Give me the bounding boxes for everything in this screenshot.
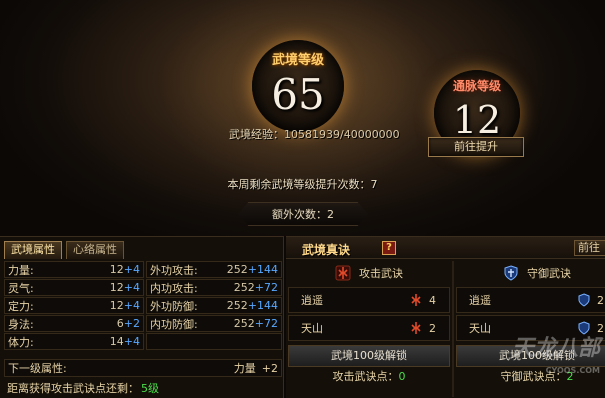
attack-skill-xiaoyao[interactable]: 逍遥 4 [288, 287, 450, 313]
attribute-base: 14 [109, 335, 124, 348]
attribute-cell: 内功攻击: 252 +72 [146, 279, 282, 296]
experience-value: 10581939/40000000 [284, 128, 400, 141]
attribute-row: 体力: 14 +4 [4, 333, 282, 350]
attribute-bonus: +2 [123, 317, 140, 330]
attribute-base: 12 [109, 299, 124, 312]
attribute-cell: 灵气: 12 +4 [4, 279, 144, 296]
skill-name: 逍遥 [301, 294, 323, 307]
attribute-name: 内功防御: [150, 317, 198, 331]
zhenjue-header: 武境真诀 ? 前往 [286, 237, 605, 259]
tab-wujing-attributes[interactable]: 武境属性 [4, 241, 62, 259]
weekly-remaining-text: 本周剩余武境等级提升次数：7 [227, 178, 378, 191]
next-level-value: +2 [261, 361, 278, 375]
edge-tab-button[interactable]: 前往 [574, 240, 605, 256]
attribute-bonus: +72 [254, 281, 278, 294]
attack-rune-icon [411, 322, 421, 334]
attribute-cell-empty [146, 333, 282, 350]
attack-jue-header: 攻击武诀 [288, 261, 450, 285]
attribute-bonus: +4 [123, 263, 140, 276]
attribute-name: 外功防御: [150, 299, 198, 313]
attribute-name: 外功攻击: [150, 263, 198, 277]
attribute-base: 252 [233, 281, 255, 294]
skill-name: 逍遥 [469, 294, 491, 307]
attribute-base: 12 [109, 281, 124, 294]
help-icon[interactable]: ? [382, 241, 396, 255]
attribute-name: 身法: [8, 317, 34, 331]
watermark-sub: CYOOS.COM [545, 366, 600, 375]
attribute-cell: 体力: 14 +4 [4, 333, 144, 350]
attack-jue-title: 攻击武诀 [359, 267, 403, 280]
attribute-row: 力量: 12 +4 外功攻击: 252 +144 [4, 261, 282, 278]
attribute-name: 灵气: [8, 281, 34, 295]
attack-jue-column: 攻击武诀 逍遥 4 天山 2 武境100级解锁 攻击武诀点：0 [288, 261, 450, 398]
attribute-bonus: +4 [123, 281, 140, 294]
attribute-base: 12 [109, 263, 124, 276]
attribute-panel: 武境属性 心络属性 力量: 12 +4 外功攻击: 252 +144 灵气: 12 +… [0, 236, 284, 398]
attribute-bonus: +144 [247, 299, 278, 312]
attribute-row: 身法: 6 +2 内功防御: 252 +72 [4, 315, 282, 332]
attribute-name: 定力: [8, 299, 34, 313]
attribute-cell: 内功防御: 252 +72 [146, 315, 282, 332]
skill-name: 天山 [301, 322, 323, 335]
attribute-base: 252 [226, 263, 248, 276]
distance-value: 5级 [141, 382, 159, 395]
next-level-label: 下一级属性: [8, 362, 67, 375]
skill-count: 2 [429, 321, 436, 335]
wujing-level-label: 武境等级 [271, 53, 324, 68]
attack-rune-icon [335, 265, 351, 281]
skill-count: 2 [597, 293, 604, 307]
tongmai-level-value: 12 [452, 98, 502, 142]
zhenjue-title: 武境真诀 [302, 243, 351, 257]
extra-times-text: 额外次数：2 [238, 202, 368, 226]
goto-improve-button[interactable]: 前往提升 [428, 137, 524, 157]
tab-xinluo-attributes[interactable]: 心络属性 [66, 241, 124, 259]
attack-points-value: 0 [398, 370, 406, 383]
attack-points-label: 攻击武诀点： [332, 370, 399, 383]
attribute-base: 252 [226, 299, 248, 312]
attribute-bonus: +72 [254, 317, 278, 330]
wujing-level-value: 65 [271, 70, 325, 119]
defense-jue-header: 守御武诀 [456, 261, 605, 285]
attribute-cell: 外功防御: 252 +144 [146, 297, 282, 314]
attribute-bonus: +144 [247, 263, 278, 276]
tongmai-level-label: 通脉等级 [452, 79, 501, 93]
experience-label: 武境经验： [229, 128, 284, 141]
skill-count: 4 [429, 293, 436, 307]
attack-rune-icon [411, 294, 421, 306]
attribute-row: 定力: 12 +4 外功防御: 252 +144 [4, 297, 282, 314]
attribute-cell: 定力: 12 +4 [4, 297, 144, 314]
distance-label: 距离获得攻击武诀点还剩： [7, 382, 139, 395]
attribute-bonus: +4 [123, 299, 140, 312]
attribute-table: 力量: 12 +4 外功攻击: 252 +144 灵气: 12 +4 内功攻击: 25… [4, 261, 282, 351]
defense-jue-title: 守御武诀 [527, 267, 571, 280]
attribute-name: 力量: [8, 263, 34, 277]
next-level-attribute: 下一级属性: 力量 +2 [4, 359, 282, 377]
watermark-main: 天龙八部 [511, 335, 600, 361]
attribute-tabs: 武境属性 心络属性 [4, 241, 124, 259]
defense-skill-xiaoyao[interactable]: 逍遥 2 [456, 287, 605, 313]
attribute-name: 内功攻击: [150, 281, 198, 295]
wujing-level-orb: 武境等级 65 [252, 40, 344, 132]
attribute-row: 灵气: 12 +4 内功攻击: 252 +72 [4, 279, 282, 296]
wujing-hero-area: 武境等级 65 通脉等级 12 武境经验：10581939/40000000 前… [0, 0, 605, 236]
shield-icon [504, 265, 518, 281]
shield-icon [578, 293, 590, 307]
attribute-bonus: +4 [123, 335, 140, 348]
site-watermark-logo: 天龙八部 CYOOS.COM [446, 330, 605, 386]
attribute-base: 252 [233, 317, 255, 330]
attribute-cell: 力量: 12 +4 [4, 261, 144, 278]
attribute-name: 体力: [8, 335, 34, 349]
attribute-cell: 身法: 6 +2 [4, 315, 144, 332]
attack-unlock-button[interactable]: 武境100级解锁 [288, 345, 450, 367]
attribute-cell: 外功攻击: 252 +144 [146, 261, 282, 278]
next-level-attr: 力量 [233, 362, 256, 375]
wujing-experience: 武境经验：10581939/40000000 [229, 126, 400, 142]
attack-points: 攻击武诀点：0 [288, 367, 450, 387]
attack-skill-tianshan[interactable]: 天山 2 [288, 315, 450, 341]
attack-point-distance: 距离获得攻击武诀点还剩： 5级 [4, 379, 282, 397]
attribute-base: 6 [116, 317, 124, 330]
